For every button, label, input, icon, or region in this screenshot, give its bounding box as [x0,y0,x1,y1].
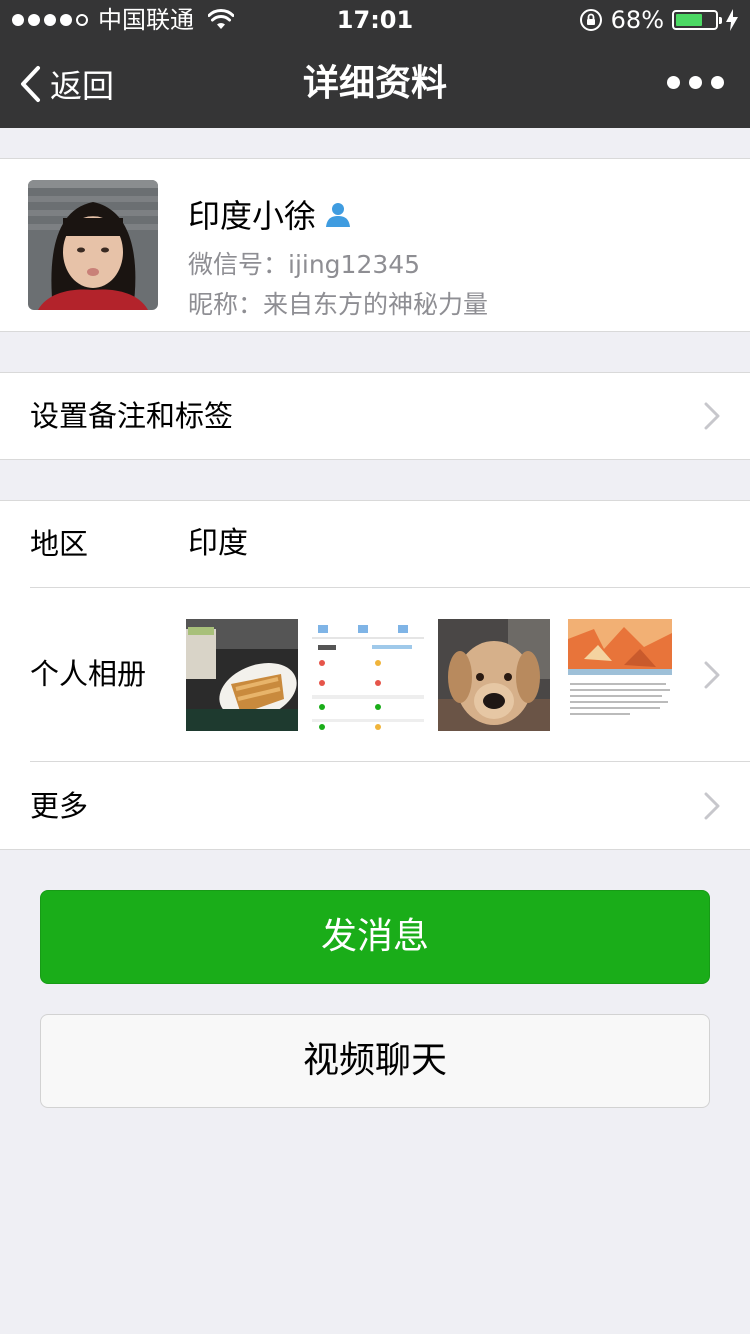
wechat-id: 微信号：ijing12345 [188,250,421,279]
remark-tag-row[interactable]: 设置备注和标签 [0,373,750,459]
more-label: 更多 [30,789,89,823]
region-value: 印度 [188,526,248,561]
remark-tag-group: 设置备注和标签 [0,372,750,460]
profile-card: 印度小徐 微信号：ijing12345 昵称：来自东方的神秘力量 [0,158,750,332]
charging-bolt-icon [726,9,738,31]
avatar[interactable] [28,180,158,310]
person-icon [326,203,351,227]
page-title: 详细资料 [302,63,447,104]
nav-bar: 返回 详细资料 [0,40,750,128]
chevron-right-icon [704,661,720,689]
rotation-lock-icon [579,9,602,31]
album-thumbnail-dog [438,619,550,731]
more-row[interactable]: 更多 [0,762,750,850]
video-chat-button[interactable]: 视频聊天 [40,1014,710,1108]
status-right: 68% [579,0,738,40]
avatar-image [28,180,158,310]
album-label: 个人相册 [30,657,147,691]
album-thumbnail-article [564,619,676,731]
chevron-right-icon [704,402,720,430]
album-thumbnail-food [186,619,298,731]
album-thumbnail-screenshot [312,619,424,731]
region-label: 地区 [30,527,89,561]
info-group: 地区 印度 个人相册 更多 [0,500,750,850]
battery-percent: 68% [610,6,664,34]
profile-name: 印度小徐 [188,197,317,235]
more-dots-icon[interactable] [667,76,724,89]
album-row[interactable]: 个人相册 [0,588,750,761]
status-bar: 中国联通 17:01 68% [0,0,750,40]
battery-icon [672,10,722,30]
top-bar: 中国联通 17:01 68% 返回 详细资料 [0,0,750,128]
name-row: 印度小徐 [188,191,352,237]
battery-fill [676,14,702,26]
chevron-right-icon [704,792,720,820]
album-thumbnails [186,619,676,731]
send-message-button[interactable]: 发消息 [40,890,710,984]
nickname: 昵称：来自东方的神秘力量 [188,290,489,319]
region-row: 地区 印度 [0,501,750,587]
remark-tag-label: 设置备注和标签 [30,399,234,433]
